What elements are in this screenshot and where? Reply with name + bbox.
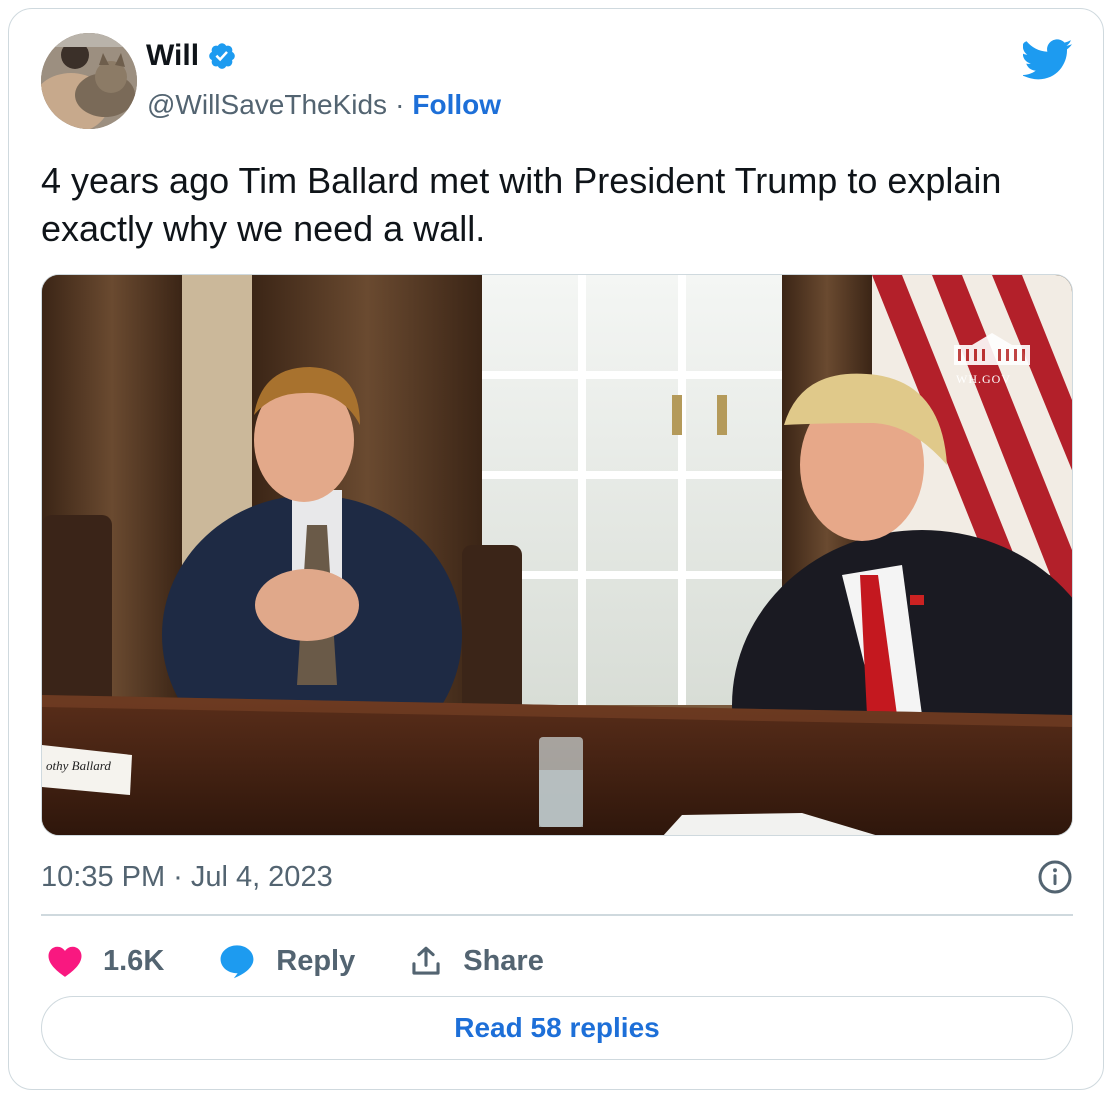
twitter-bird-icon[interactable] [1020, 39, 1073, 81]
author-name[interactable]: Will [146, 39, 199, 73]
share-label: Share [463, 944, 544, 977]
timestamp-row: 10:35 PM · Jul 4, 2023 [41, 857, 1073, 897]
tweet-video[interactable]: othy Ballard WH.GOV [41, 274, 1073, 836]
heart-icon [48, 946, 82, 977]
like-button[interactable]: 1.6K [47, 944, 164, 978]
handle-row: @WillSaveTheKids · Follow [147, 89, 501, 121]
avatar[interactable] [41, 33, 137, 129]
follow-button[interactable]: Follow [412, 89, 501, 121]
timestamp-separator: · [173, 860, 183, 893]
reply-bubble-icon [220, 945, 254, 979]
action-bar: 1.6K Reply Share [47, 937, 598, 985]
reply-label: Reply [276, 944, 356, 977]
tweet-date[interactable]: Jul 4, 2023 [191, 861, 333, 894]
read-replies-button[interactable]: Read 58 replies [41, 996, 1073, 1060]
divider [41, 914, 1073, 916]
share-icon [412, 946, 440, 975]
tweet-time[interactable]: 10:35 PM [41, 861, 165, 894]
verified-badge-icon [207, 41, 237, 71]
author-handle[interactable]: @WillSaveTheKids [147, 89, 387, 121]
tweet-text: 4 years ago Tim Ballard met with Preside… [41, 160, 1002, 249]
info-icon[interactable] [1037, 859, 1073, 895]
tweet-card: Will @WillSaveTheKids · Follow 4 years a… [8, 8, 1104, 1090]
watermark-text: WH.GOV [956, 372, 1011, 386]
share-button[interactable]: Share [409, 944, 544, 978]
separator-dot: · [395, 89, 405, 120]
author-name-row[interactable]: Will [146, 39, 237, 73]
nameplate-text: othy Ballard [46, 758, 111, 773]
like-count: 1.6K [103, 944, 165, 977]
reply-button[interactable]: Reply [218, 943, 355, 979]
